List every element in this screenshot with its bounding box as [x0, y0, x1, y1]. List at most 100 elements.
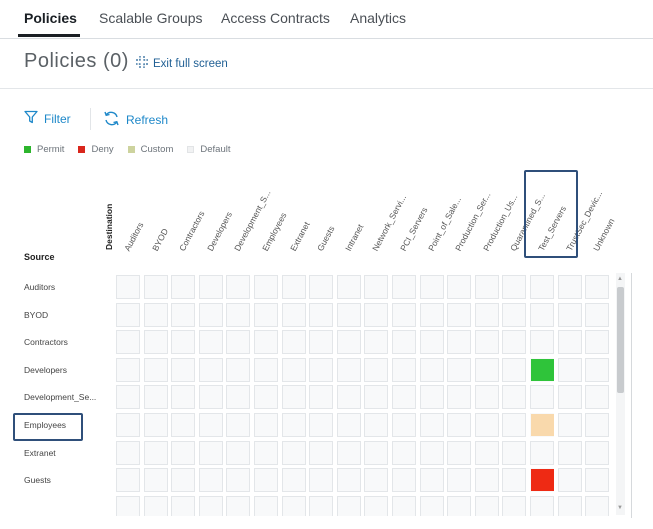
matrix-cell[interactable]: [198, 357, 223, 382]
column-header[interactable]: BYOD: [150, 227, 170, 253]
matrix-cell[interactable]: [392, 330, 416, 355]
matrix-cell[interactable]: [419, 495, 444, 516]
column-header[interactable]: Employees: [260, 211, 289, 253]
matrix-cell[interactable]: [143, 413, 168, 437]
matrix-cell[interactable]: [254, 440, 278, 465]
matrix-cell[interactable]: [281, 302, 306, 327]
matrix-cell[interactable]: [336, 330, 361, 355]
matrix-cell[interactable]: [364, 440, 389, 465]
matrix-cell[interactable]: [171, 357, 196, 382]
refresh-button[interactable]: Refresh: [103, 110, 168, 130]
matrix-cell[interactable]: [530, 385, 554, 410]
matrix-cell[interactable]: [419, 413, 444, 437]
matrix-cell[interactable]: [419, 357, 444, 382]
matrix-cell[interactable]: [281, 495, 306, 516]
matrix-cell[interactable]: [254, 357, 278, 382]
matrix-cell[interactable]: [336, 495, 361, 516]
matrix-cell[interactable]: [143, 440, 168, 465]
matrix-cell[interactable]: [171, 468, 196, 493]
matrix-cell[interactable]: [336, 468, 361, 493]
matrix-cell[interactable]: [474, 440, 499, 465]
matrix-cell[interactable]: [254, 495, 278, 516]
matrix-cell[interactable]: [474, 357, 499, 382]
matrix-cell[interactable]: [198, 468, 223, 493]
matrix-cell[interactable]: [281, 275, 306, 299]
matrix-cell[interactable]: [585, 302, 610, 327]
matrix-cell[interactable]: [143, 302, 168, 327]
matrix-cell[interactable]: [585, 468, 610, 493]
matrix-cell[interactable]: [309, 302, 334, 327]
matrix-cell[interactable]: [254, 468, 278, 493]
matrix-cell[interactable]: [198, 275, 223, 299]
matrix-cell[interactable]: [585, 495, 610, 516]
matrix-cell[interactable]: [557, 385, 582, 410]
matrix-cell[interactable]: [557, 495, 582, 516]
matrix-cell[interactable]: [171, 330, 196, 355]
matrix-cell[interactable]: [309, 275, 334, 299]
matrix-cell[interactable]: [530, 440, 554, 465]
column-header[interactable]: Unknown: [591, 217, 616, 253]
matrix-cell[interactable]: [226, 302, 251, 327]
matrix-cell[interactable]: [474, 330, 499, 355]
tab-policies[interactable]: Policies: [24, 10, 77, 26]
column-header[interactable]: Intranet: [343, 223, 365, 253]
matrix-cell[interactable]: [585, 357, 610, 382]
matrix-cell[interactable]: [474, 413, 499, 437]
matrix-cell[interactable]: [585, 330, 610, 355]
exit-full-screen-button[interactable]: Exit full screen: [135, 55, 228, 72]
row-header[interactable]: Employees: [24, 420, 66, 430]
matrix-cell[interactable]: [447, 440, 472, 465]
matrix-cell[interactable]: [530, 357, 554, 382]
matrix-cell[interactable]: [116, 468, 140, 493]
matrix-cell[interactable]: [171, 440, 196, 465]
matrix-cell[interactable]: [502, 357, 527, 382]
matrix-cell[interactable]: [281, 440, 306, 465]
matrix-cell[interactable]: [226, 413, 251, 437]
matrix-cell[interactable]: [281, 413, 306, 437]
matrix-cell[interactable]: [309, 330, 334, 355]
row-header[interactable]: Auditors: [24, 282, 55, 292]
matrix-cell[interactable]: [116, 440, 140, 465]
matrix-scrollbar[interactable]: ▲ ▼: [616, 273, 625, 515]
matrix-cell[interactable]: [392, 275, 416, 299]
matrix-cell[interactable]: [116, 330, 140, 355]
matrix-cell[interactable]: [336, 440, 361, 465]
matrix-cell[interactable]: [557, 357, 582, 382]
matrix-cell[interactable]: [364, 495, 389, 516]
matrix-cell[interactable]: [171, 495, 196, 516]
matrix-cell[interactable]: [419, 330, 444, 355]
matrix-cell[interactable]: [392, 385, 416, 410]
matrix-cell[interactable]: [474, 385, 499, 410]
tab-scalable-groups[interactable]: Scalable Groups: [99, 10, 203, 26]
scroll-up-arrow-icon[interactable]: ▲: [617, 276, 623, 282]
matrix-cell[interactable]: [143, 468, 168, 493]
matrix-cell[interactable]: [309, 468, 334, 493]
matrix-cell[interactable]: [198, 440, 223, 465]
matrix-cell[interactable]: [171, 413, 196, 437]
row-header[interactable]: Development_Se...: [24, 392, 96, 402]
scroll-thumb[interactable]: [617, 287, 624, 393]
matrix-cell[interactable]: [502, 413, 527, 437]
matrix-cell[interactable]: [364, 468, 389, 493]
matrix-cell[interactable]: [198, 330, 223, 355]
column-header[interactable]: Test_Servers: [536, 204, 568, 252]
matrix-cell[interactable]: [171, 385, 196, 410]
matrix-cell[interactable]: [474, 275, 499, 299]
row-header[interactable]: BYOD: [24, 310, 48, 320]
matrix-cell[interactable]: [171, 302, 196, 327]
matrix-cell[interactable]: [419, 385, 444, 410]
matrix-cell[interactable]: [226, 275, 251, 299]
matrix-cell[interactable]: [585, 413, 610, 437]
column-header[interactable]: Developers: [205, 210, 234, 253]
matrix-cell[interactable]: [336, 385, 361, 410]
matrix-cell[interactable]: [226, 385, 251, 410]
matrix-cell[interactable]: [392, 302, 416, 327]
row-header[interactable]: Guests: [24, 475, 51, 485]
column-header[interactable]: Auditors: [122, 220, 145, 252]
matrix-cell[interactable]: [116, 495, 140, 516]
matrix-cell[interactable]: [530, 302, 554, 327]
matrix-cell[interactable]: [364, 302, 389, 327]
matrix-cell[interactable]: [447, 468, 472, 493]
row-header[interactable]: Contractors: [24, 337, 68, 347]
matrix-cell[interactable]: [364, 413, 389, 437]
